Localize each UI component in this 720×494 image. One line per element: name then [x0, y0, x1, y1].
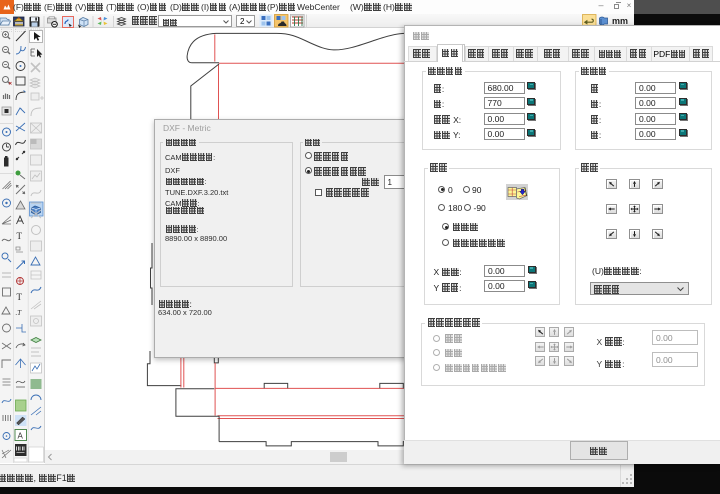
svg-text:T: T — [17, 292, 23, 302]
svg-text:T: T — [17, 231, 23, 241]
svg-text:A: A — [18, 432, 24, 441]
svg-text:.T: .T — [16, 309, 23, 317]
